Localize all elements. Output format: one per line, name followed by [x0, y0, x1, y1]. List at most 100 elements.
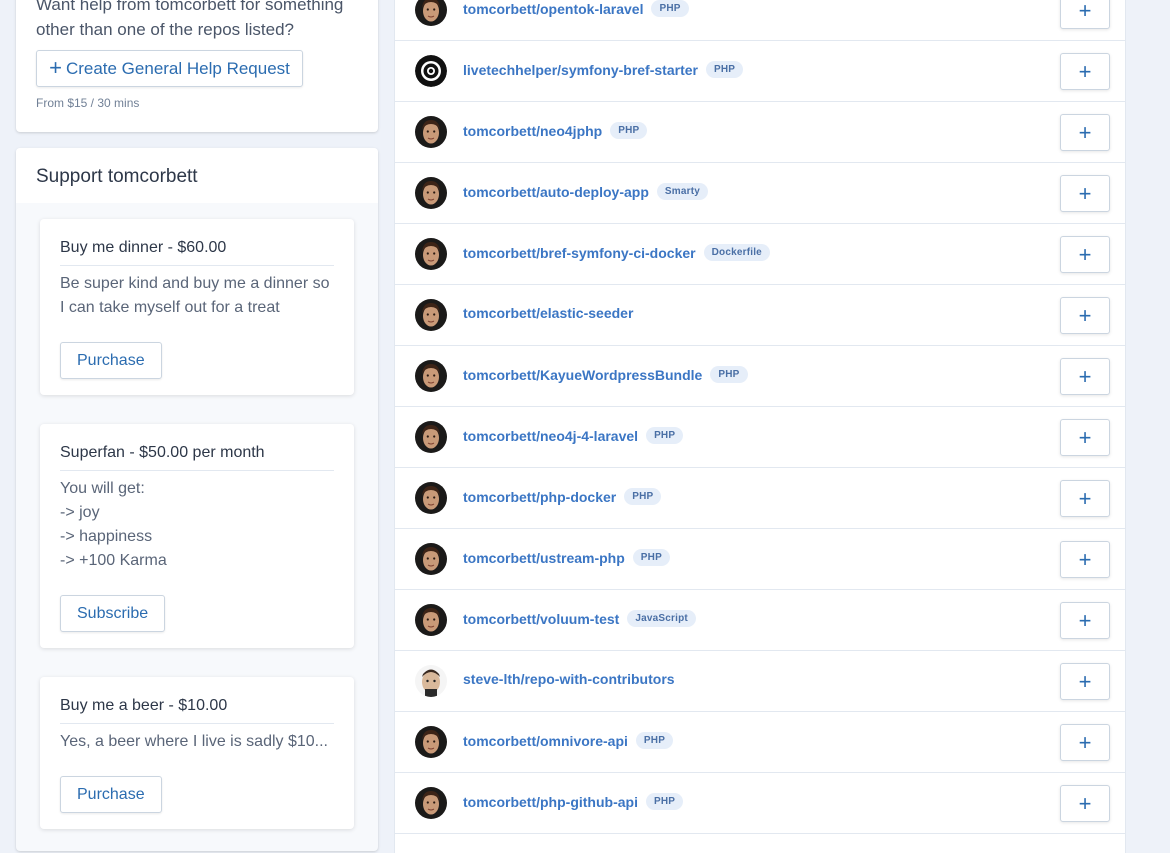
language-badge: PHP — [651, 0, 689, 17]
add-repo-button[interactable]: + — [1060, 541, 1110, 578]
tier-description: Be super kind and buy me a dinner so I c… — [60, 275, 330, 316]
repo-row: steve-lth/repo-with-contributors + — [395, 651, 1125, 712]
add-repo-button[interactable]: + — [1060, 358, 1110, 395]
language-badge: PHP — [635, 732, 674, 749]
repo-name-group: tomcorbett/neo4jphp PHP — [463, 122, 648, 139]
repo-row: tomcorbett/php-docker PHP + — [395, 468, 1125, 529]
tier-card-dinner: Buy me dinner - $60.00 Be super kind and… — [40, 219, 354, 395]
user-avatar — [415, 238, 447, 270]
repo-row: tomcorbett/php-github-api PHP + — [395, 773, 1125, 834]
add-repo-button[interactable]: + — [1060, 785, 1110, 822]
repo-row: tomcorbett/bref-symfony-ci-docker Docker… — [395, 224, 1125, 285]
repo-row: tomcorbett/elastic-seeder + — [395, 285, 1125, 346]
user-avatar — [415, 116, 447, 148]
repo-name-group: tomcorbett/auto-deploy-app Smarty — [463, 183, 708, 200]
plus-icon: + — [1078, 668, 1092, 694]
general-help-price-note: From $15 / 30 mins — [36, 96, 140, 110]
repo-link[interactable]: steve-lth/repo-with-contributors — [463, 671, 675, 687]
add-repo-button[interactable]: + — [1060, 175, 1110, 212]
plus-icon: + — [1078, 0, 1092, 23]
repo-row: tomcorbett/opentok-laravel PHP + — [395, 0, 1125, 41]
general-help-card: Want help from tomcorbett for something … — [16, 0, 378, 132]
tier-card-beer: Buy me a beer - $10.00 Yes, a beer where… — [40, 677, 354, 829]
user-avatar — [415, 604, 447, 636]
user-avatar — [415, 421, 447, 453]
repo-link[interactable]: tomcorbett/php-github-api — [463, 794, 638, 810]
user-avatar — [415, 177, 447, 209]
repo-link[interactable]: tomcorbett/opentok-laravel — [463, 1, 643, 17]
repo-name-group: tomcorbett/ustream-php PHP — [463, 549, 670, 566]
repo-row: tomcorbett/omnivore-api PHP + — [395, 712, 1125, 773]
repo-name-group: tomcorbett/php-github-api PHP — [463, 793, 684, 810]
general-help-button-label: Create General Help Request — [65, 58, 290, 78]
add-repo-button[interactable]: + — [1060, 297, 1110, 334]
tier-title: Superfan - $50.00 per month — [60, 444, 334, 471]
repo-row: livetechhelper/symfony-bref-starter PHP … — [395, 41, 1125, 102]
language-badge: JavaScript — [627, 610, 696, 627]
repo-link[interactable]: tomcorbett/bref-symfony-ci-docker — [463, 245, 696, 261]
repo-link[interactable]: tomcorbett/neo4jphp — [463, 123, 602, 139]
repo-name-group: tomcorbett/elastic-seeder — [463, 305, 633, 321]
repo-name-group: tomcorbett/php-docker PHP — [463, 488, 662, 505]
repo-row: tomcorbett/KayueWordpressBundle PHP + — [395, 346, 1125, 407]
repo-link[interactable]: tomcorbett/neo4j-4-laravel — [463, 428, 638, 444]
plus-icon: + — [1078, 241, 1092, 267]
repo-name-group: tomcorbett/bref-symfony-ci-docker Docker… — [463, 244, 770, 261]
repo-list: tomcorbett/opentok-laravel PHP + livetec… — [395, 0, 1125, 834]
add-repo-button[interactable]: + — [1060, 236, 1110, 273]
plus-icon: + — [1078, 546, 1092, 572]
repo-name-group: tomcorbett/opentok-laravel PHP — [463, 0, 689, 17]
repo-link[interactable]: tomcorbett/ustream-php — [463, 550, 625, 566]
repo-link[interactable]: tomcorbett/omnivore-api — [463, 733, 628, 749]
repo-row: tomcorbett/voluum-test JavaScript + — [395, 590, 1125, 651]
language-badge: Smarty — [656, 183, 708, 200]
purchase-beer-button[interactable]: Purchase — [60, 776, 162, 813]
add-repo-button[interactable]: + — [1060, 114, 1110, 151]
purchase-dinner-button[interactable]: Purchase — [60, 342, 162, 379]
plus-icon: + — [1078, 363, 1092, 389]
add-repo-button[interactable]: + — [1060, 480, 1110, 517]
repo-row: tomcorbett/neo4jphp PHP + — [395, 102, 1125, 163]
repo-link[interactable]: tomcorbett/php-docker — [463, 489, 616, 505]
user-avatar — [415, 726, 447, 758]
tier-card-superfan: Superfan - $50.00 per month You will get… — [40, 424, 354, 648]
repo-link[interactable]: livetechhelper/symfony-bref-starter — [463, 62, 698, 78]
user-avatar — [415, 665, 447, 697]
repo-row: tomcorbett/neo4j-4-laravel PHP + — [395, 407, 1125, 468]
add-repo-button[interactable]: + — [1060, 53, 1110, 90]
general-help-text: Want help from tomcorbett for something … — [36, 0, 344, 39]
support-title: Support tomcorbett — [16, 148, 378, 203]
support-card: Support tomcorbett Buy me dinner - $60.0… — [16, 148, 378, 851]
tier-description: Yes, a beer where I live is sadly $10... — [60, 733, 328, 750]
add-repo-button[interactable]: + — [1060, 602, 1110, 639]
language-badge: PHP — [705, 61, 744, 78]
add-repo-button[interactable]: + — [1060, 663, 1110, 700]
language-badge: Dockerfile — [703, 244, 770, 261]
user-avatar — [415, 299, 447, 331]
language-badge: PHP — [624, 488, 662, 505]
repo-link[interactable]: tomcorbett/auto-deploy-app — [463, 184, 649, 200]
create-general-help-request-button[interactable]: + Create General Help Request — [36, 50, 303, 87]
add-repo-button[interactable]: + — [1060, 419, 1110, 456]
repo-name-group: tomcorbett/omnivore-api PHP — [463, 732, 674, 749]
repo-list-panel: tomcorbett/opentok-laravel PHP + livetec… — [394, 0, 1126, 853]
language-badge: PHP — [646, 427, 684, 444]
plus-icon: + — [1078, 180, 1092, 206]
repo-link[interactable]: tomcorbett/voluum-test — [463, 611, 619, 627]
repo-link[interactable]: tomcorbett/elastic-seeder — [463, 305, 633, 321]
plus-icon: + — [49, 54, 62, 80]
add-repo-button[interactable]: + — [1060, 0, 1110, 29]
plus-icon: + — [1078, 729, 1092, 755]
subscribe-superfan-button[interactable]: Subscribe — [60, 595, 166, 632]
add-repo-button[interactable]: + — [1060, 724, 1110, 761]
tier-description: You will get: -> joy -> happiness -> +10… — [60, 480, 167, 569]
language-badge: PHP — [632, 549, 670, 566]
repo-name-group: tomcorbett/neo4j-4-laravel PHP — [463, 427, 684, 444]
language-badge: PHP — [710, 366, 748, 383]
plus-icon: + — [1078, 424, 1092, 450]
user-avatar — [415, 787, 447, 819]
language-badge: PHP — [610, 122, 648, 139]
user-avatar — [415, 360, 447, 392]
repo-row: tomcorbett/auto-deploy-app Smarty + — [395, 163, 1125, 224]
repo-link[interactable]: tomcorbett/KayueWordpressBundle — [463, 367, 702, 383]
